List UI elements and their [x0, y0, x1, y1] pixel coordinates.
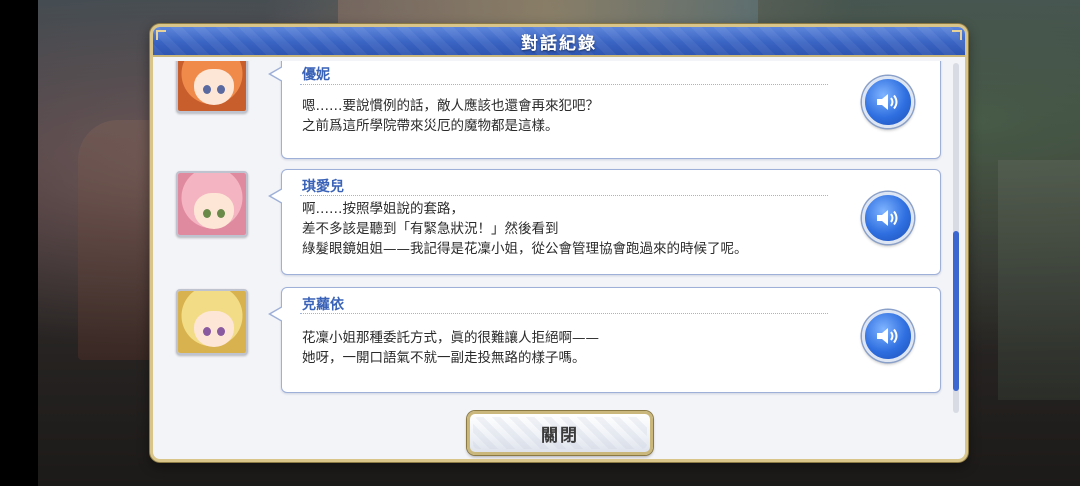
speaker-divider	[300, 313, 828, 314]
dialogue-line: 她呀，一開口語氣不就一副走投無路的樣子嗎。	[302, 350, 586, 366]
play-voice-button[interactable]	[862, 192, 914, 244]
dialogue-bubble: 優妮 嗯……要說慣例的話，敵人應該也還會再來犯吧？ 之前爲這所學院帶來災厄的魔物…	[268, 61, 941, 159]
character-portrait-chieru	[176, 171, 248, 237]
dialogue-line: 綠髮眼鏡姐姐——我記得是花凜小姐，從公會管理協會跑過來的時候了呢。	[302, 241, 748, 257]
close-button[interactable]: 關閉	[467, 411, 653, 455]
character-portrait-yuni	[176, 61, 248, 113]
dialog-header: 對話紀錄	[153, 27, 965, 57]
log-scroll-area[interactable]: 優妮 嗯……要說慣例的話，敵人應該也還會再來犯吧？ 之前爲這所學院帶來災厄的魔物…	[159, 61, 961, 419]
conversation-log-dialog: 對話紀錄 優妮 嗯……要說慣例的話，敵人應該也還會再來犯吧？ 之前爲這所學院帶來…	[150, 24, 968, 462]
log-entry: 克蘿依 花凜小姐那種委託方式，眞的很難讓人拒絕啊—— 她呀，一開口語氣不就一副走…	[159, 287, 949, 419]
speaker-name: 克蘿依	[302, 297, 344, 313]
speaker-name: 琪愛兒	[302, 179, 344, 195]
header-corner-ornament	[156, 30, 166, 40]
dialogue-line: 之前爲這所學院帶來災厄的魔物都是這樣。	[302, 118, 559, 134]
speaker-volume-icon	[877, 328, 898, 344]
header-corner-ornament	[952, 30, 962, 40]
dialog-title: 對話紀錄	[521, 33, 597, 54]
speaker-divider	[300, 195, 828, 196]
background-trees-right	[998, 160, 1080, 400]
character-portrait-chloe	[176, 289, 248, 355]
log-entry: 優妮 嗯……要說慣例的話，敵人應該也還會再來犯吧？ 之前爲這所學院帶來災厄的魔物…	[159, 61, 949, 163]
dialogue-line: 啊……按照學姐說的套路，	[302, 201, 464, 217]
dialogue-text: 啊……按照學姐說的套路， 差不多該是聽到「有緊急狀況！」然後看到 綠髮眼鏡姐姐—…	[302, 199, 842, 259]
scrollbar-track[interactable]	[953, 63, 959, 413]
log-entry: 琪愛兒 啊……按照學姐說的套路， 差不多該是聽到「有緊急狀況！」然後看到 綠髮眼…	[159, 169, 949, 285]
dialogue-text: 花凜小姐那種委託方式，眞的很難讓人拒絕啊—— 她呀，一開口語氣不就一副走投無路的…	[302, 328, 842, 368]
close-button-label: 關閉	[541, 425, 579, 446]
dialogue-text: 嗯……要說慣例的話，敵人應該也還會再來犯吧？ 之前爲這所學院帶來災厄的魔物都是這…	[302, 96, 842, 136]
speaker-volume-icon	[877, 94, 898, 110]
speaker-name: 優妮	[302, 67, 330, 83]
dialogue-line: 花凜小姐那種委託方式，眞的很難讓人拒絕啊——	[302, 330, 599, 346]
dialogue-line: 差不多該是聽到「有緊急狀況！」然後看到	[302, 221, 559, 237]
dialogue-line: 嗯……要說慣例的話，敵人應該也還會再來犯吧？	[302, 98, 599, 114]
speaker-divider	[300, 84, 828, 85]
dialogue-bubble: 克蘿依 花凜小姐那種委託方式，眞的很難讓人拒絕啊—— 她呀，一開口語氣不就一副走…	[268, 287, 941, 393]
speaker-volume-icon	[877, 210, 898, 226]
play-voice-button[interactable]	[862, 310, 914, 362]
dialogue-bubble: 琪愛兒 啊……按照學姐說的套路， 差不多該是聽到「有緊急狀況！」然後看到 綠髮眼…	[268, 169, 941, 275]
scrollbar-thumb[interactable]	[953, 231, 959, 391]
play-voice-button[interactable]	[862, 76, 914, 128]
